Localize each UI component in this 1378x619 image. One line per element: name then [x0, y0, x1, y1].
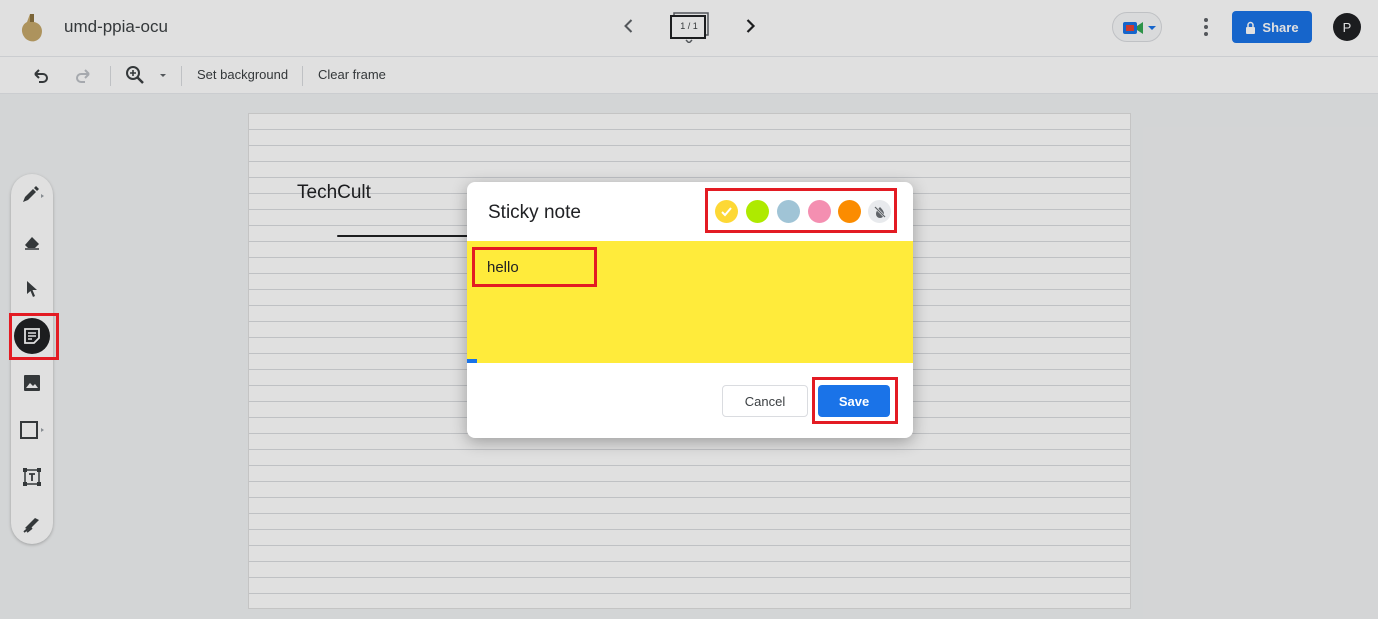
- color-swatch-green[interactable]: [746, 200, 769, 223]
- color-swatch-pink[interactable]: [808, 200, 831, 223]
- color-swatch-none[interactable]: [868, 200, 891, 223]
- resize-handle[interactable]: [467, 359, 477, 363]
- sticky-note-input[interactable]: hello: [467, 241, 913, 363]
- color-swatch-orange[interactable]: [838, 200, 861, 223]
- cancel-button[interactable]: Cancel: [722, 385, 808, 417]
- dialog-title: Sticky note: [488, 202, 581, 223]
- no-color-icon: [873, 205, 886, 218]
- check-icon: [721, 207, 732, 217]
- sticky-note-dialog: Sticky note hello Cancel Save: [467, 182, 913, 438]
- color-swatch-blue[interactable]: [777, 200, 800, 223]
- save-button[interactable]: Save: [818, 385, 890, 417]
- color-swatch-yellow[interactable]: [715, 200, 738, 223]
